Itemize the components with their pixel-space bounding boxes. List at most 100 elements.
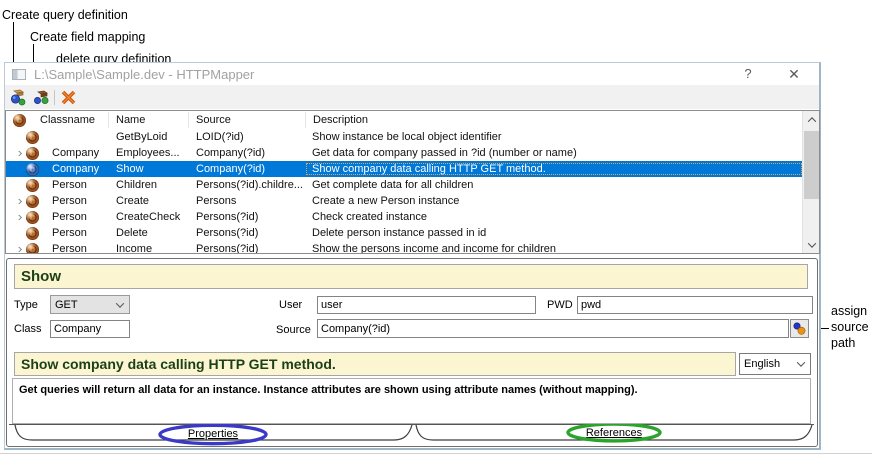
type-label: Type: [14, 299, 38, 311]
cell-description: Show company data calling HTTP GET metho…: [306, 163, 802, 175]
cell-name: GetByLoid: [109, 131, 189, 143]
cell-name: Create: [109, 195, 189, 207]
query-row[interactable]: Person Income Persons(?id) Show the pers…: [6, 241, 802, 253]
query-title-bar: Show: [14, 264, 808, 289]
delete-query-definition-button[interactable]: [59, 88, 77, 106]
cell-classname: Company: [48, 147, 109, 159]
type-dropdown[interactable]: GET: [50, 295, 130, 314]
cell-source: Persons(?id): [189, 227, 306, 239]
vertical-scrollbar[interactable]: [802, 111, 819, 253]
query-row[interactable]: GetByLoid LOID(?id) Show instance be loc…: [6, 129, 802, 145]
user-input[interactable]: [317, 296, 536, 314]
column-header-classname[interactable]: Classname: [33, 112, 109, 128]
cell-name: Income: [109, 243, 189, 253]
help-button[interactable]: ?: [733, 63, 763, 85]
query-icon: [26, 243, 39, 254]
cell-source: LOID(?id): [189, 131, 306, 143]
chevron-right-icon: [14, 215, 21, 220]
cell-description: Get data for company passed in ?id (numb…: [306, 147, 802, 159]
cell-classname: Person: [48, 195, 109, 207]
query-table-header: Classname Name Source Description: [6, 111, 819, 129]
scroll-down-button[interactable]: [803, 236, 820, 253]
chevron-right-icon: [14, 151, 21, 156]
chevron-up-icon: [807, 117, 815, 125]
header-icon-cell: [13, 112, 33, 128]
query-row[interactable]: Person CreateCheck Persons(?id) Check cr…: [6, 209, 802, 225]
user-label: User: [279, 299, 302, 311]
window-title: L:\Sample\Sample.dev - HTTPMapper: [34, 67, 254, 82]
column-header-description[interactable]: Description: [306, 112, 819, 128]
cell-source: Persons(?id): [189, 243, 306, 253]
query-row[interactable]: Person Children Persons(?id).childre... …: [6, 177, 802, 193]
row-expander[interactable]: [10, 151, 26, 156]
class-input[interactable]: [50, 320, 130, 338]
row-expander[interactable]: [10, 247, 26, 252]
row-icon-cell: [26, 147, 48, 160]
scrollbar-thumb[interactable]: [804, 131, 819, 199]
cell-classname: Person: [48, 211, 109, 223]
query-table: Classname Name Source Description GetByL…: [5, 110, 820, 254]
pwd-label: PWD: [547, 299, 573, 311]
cell-description: Create a new Person instance: [306, 195, 802, 207]
title-bar: L:\Sample\Sample.dev - HTTPMapper ? ✕: [5, 63, 819, 85]
create-field-mapping-button[interactable]: [32, 88, 50, 106]
toolbar-separator: [54, 90, 55, 105]
query-row[interactable]: Company Show Company(?id) Show company d…: [6, 161, 802, 177]
cell-source: Persons: [189, 195, 306, 207]
cell-classname: Person: [48, 179, 109, 191]
create-query-definition-button[interactable]: [9, 88, 27, 106]
annotation-assign-source-path: assign source path: [831, 303, 869, 351]
toolbar: [5, 85, 819, 109]
pwd-input[interactable]: [577, 296, 813, 314]
row-icon-cell: [26, 243, 48, 254]
app-icon: [12, 69, 26, 80]
column-header-source[interactable]: Source: [189, 112, 306, 128]
row-icon-cell: [26, 179, 48, 192]
tab-references[interactable]: References: [586, 427, 643, 439]
cell-classname: Person: [48, 243, 109, 253]
query-icon: [26, 227, 39, 240]
cell-name: CreateCheck: [109, 211, 189, 223]
cell-source: Company(?id): [189, 147, 306, 159]
chevron-right-icon: [14, 247, 21, 252]
cell-name: Show: [109, 163, 189, 175]
class-label: Class: [14, 323, 42, 335]
scroll-up-button[interactable]: [803, 111, 820, 128]
source-input[interactable]: [317, 319, 789, 338]
query-row[interactable]: Person Create Persons Create a new Perso…: [6, 193, 802, 209]
tab-strip: Properties References: [7, 424, 817, 446]
chevron-down-icon: [807, 239, 815, 247]
source-label: Source: [276, 324, 311, 336]
description-body-box[interactable]: Get queries will return all data for an …: [12, 378, 811, 424]
row-expander[interactable]: [10, 215, 26, 220]
cell-description: Show the persons income and income for c…: [306, 243, 802, 253]
chevron-right-icon: [14, 199, 21, 204]
query-row[interactable]: Company Employees... Company(?id) Get da…: [6, 145, 802, 161]
row-icon-cell: [26, 131, 48, 144]
row-expander[interactable]: [10, 199, 26, 204]
cell-name: Children: [109, 179, 189, 191]
create-query-icon: [10, 89, 27, 106]
description-title: Show company data calling HTTP GET metho…: [21, 356, 735, 372]
query-row[interactable]: Person Delete Persons(?id) Delete person…: [6, 225, 802, 241]
query-icon: [26, 131, 39, 144]
cell-source: Persons(?id): [189, 211, 306, 223]
properties-panel: Show Type GET User PWD Class Source: [6, 258, 818, 447]
description-title-bar: Show company data calling HTTP GET metho…: [14, 352, 736, 376]
query-icon: [26, 211, 39, 224]
cell-description: Delete person instance passed in id: [306, 227, 802, 239]
tab-properties[interactable]: Properties: [188, 428, 239, 440]
row-icon-cell: [26, 227, 48, 240]
assign-source-path-button[interactable]: [790, 319, 809, 338]
assign-source-path-icon: [792, 321, 807, 336]
query-icon: [26, 195, 39, 208]
cell-description: Check created instance: [306, 211, 802, 223]
cell-source: Company(?id): [189, 163, 306, 175]
cell-source: Persons(?id).childre...: [189, 179, 306, 191]
close-button[interactable]: ✕: [779, 63, 809, 85]
column-header-name[interactable]: Name: [109, 112, 189, 128]
chevron-down-icon: [797, 358, 805, 366]
bottom-rule: [0, 453, 872, 454]
create-field-mapping-icon: [33, 89, 50, 106]
language-dropdown[interactable]: English: [739, 353, 811, 375]
